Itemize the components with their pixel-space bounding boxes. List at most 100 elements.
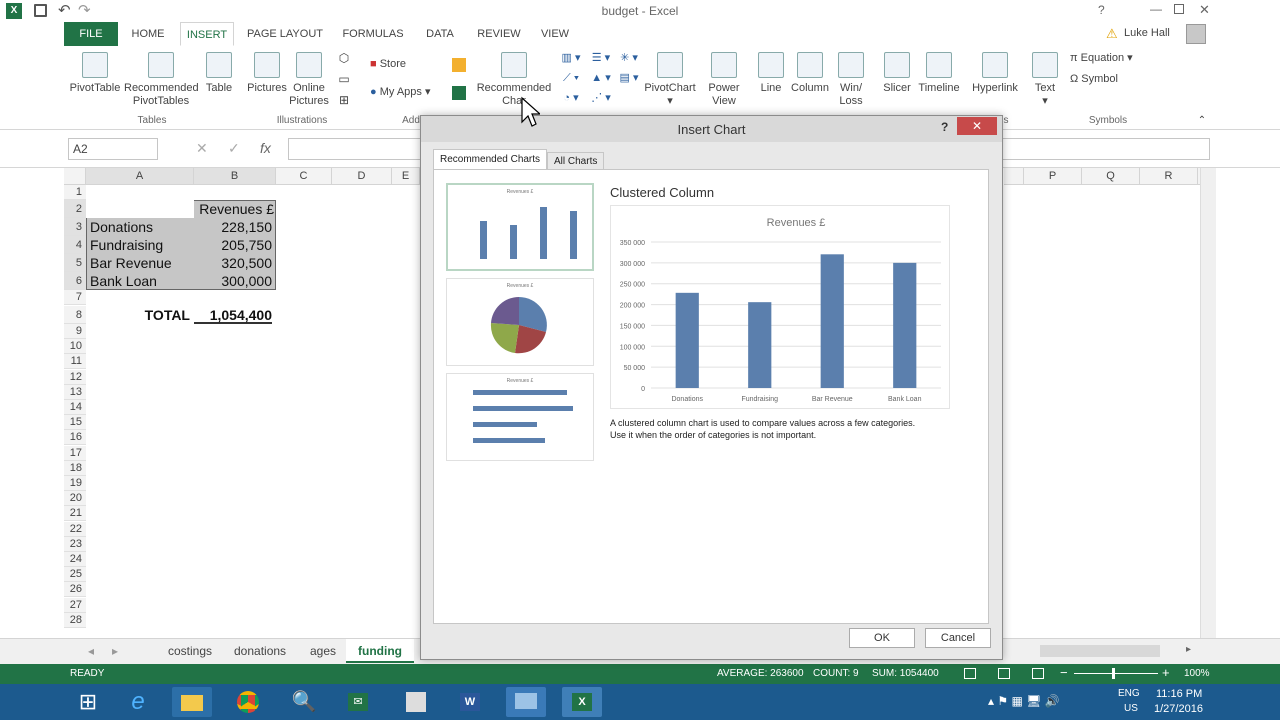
sparkline-line-button[interactable]: Line [754,52,788,95]
myapps-button[interactable]: ● My Apps ▾ [370,86,450,99]
clock-time[interactable]: 11:16 PM [1156,688,1202,700]
row-header[interactable]: 21 [64,506,86,522]
row-header[interactable]: 15 [64,415,86,431]
avatar[interactable] [1186,24,1206,44]
combo-chart-menu-icon[interactable]: ▤ ▾ [614,72,644,85]
chrome-icon[interactable] [228,687,268,717]
bing-maps-icon[interactable] [452,58,466,72]
row-header[interactable]: 27 [64,597,86,613]
ok-button[interactable]: OK [849,628,915,648]
clock-date[interactable]: 1/27/2016 [1154,703,1203,715]
row-header[interactable]: 12 [64,369,86,385]
row-header[interactable]: 11 [64,354,86,370]
column-header-d[interactable]: D [332,168,392,185]
dialog-help-button[interactable]: ? [941,120,948,134]
dialog-close-button[interactable]: ✕ [957,117,997,135]
row-header[interactable]: 26 [64,582,86,598]
maximize-button[interactable] [1174,4,1184,14]
row-header[interactable]: 19 [64,476,86,491]
undo-icon[interactable]: ↶ [58,1,71,19]
statistic-chart-menu-icon[interactable]: ⋰ ▾ [586,92,616,105]
row-header[interactable]: 1 [64,185,86,200]
tab-home[interactable]: HOME [124,22,172,46]
tab-file[interactable]: FILE [64,22,118,46]
row-header[interactable]: 2 [64,200,86,218]
thumbnail-clustered-column[interactable]: Revenues £ [446,183,594,271]
cell-b2[interactable]: Revenues £ [194,200,274,218]
row-header[interactable]: 4 [64,236,86,254]
search-app-icon[interactable]: 🔍 [284,687,324,717]
horizontal-scrollbar[interactable] [1040,645,1160,657]
column-header-p[interactable]: P [1024,168,1082,185]
right-scrollbar[interactable] [1200,168,1216,638]
row-header[interactable]: 13 [64,384,86,400]
online-pictures-button[interactable]: Online Pictures [288,52,330,108]
redo-icon[interactable]: ↷ [78,1,91,19]
screenshot-button[interactable]: ⊞ [333,94,355,107]
column-header-a[interactable]: A [86,168,194,185]
save-icon[interactable] [34,4,47,17]
store-button[interactable]: ■ Store [370,58,430,71]
close-button[interactable]: ✕ [1199,2,1210,18]
hyperlink-button[interactable]: Hyperlink [970,52,1020,95]
row-header[interactable]: 28 [64,612,86,628]
row-header[interactable]: 16 [64,430,86,446]
symbol-button[interactable]: Ω Symbol [1070,73,1150,86]
row-header[interactable]: 8 [64,306,86,324]
lang-secondary[interactable]: US [1124,703,1138,714]
smartart-button[interactable]: ▭ [333,73,355,86]
recommended-pivottables-button[interactable]: Recommended PivotTables [124,52,199,108]
row-header[interactable]: 7 [64,290,86,305]
row-header[interactable]: 17 [64,445,86,461]
sparkline-column-button[interactable]: Column [790,52,830,95]
collapse-ribbon-icon[interactable]: ⌃ [1196,114,1208,127]
scroll-right-icon[interactable]: ▸ [1186,644,1191,655]
insert-function-icon[interactable]: fx [260,140,271,156]
cell-a6[interactable]: Bank Loan [90,272,157,290]
cell-a4[interactable]: Fundraising [90,236,163,254]
scatter-chart-menu-icon[interactable]: ✳ ▾ [614,52,644,65]
zoom-level[interactable]: 100% [1184,668,1210,679]
column-header-q[interactable]: Q [1082,168,1140,185]
tab-page-layout[interactable]: PAGE LAYOUT [244,22,326,46]
help-button[interactable]: ? [1098,3,1105,17]
row-header[interactable]: 18 [64,460,86,476]
cell-b5[interactable]: 320,500 [194,254,272,272]
pivotchart-button[interactable]: PivotChart ▾ [644,52,696,108]
powerview-button[interactable]: Power View [704,52,744,108]
recommended-charts-button[interactable]: Recommended Char [476,52,552,108]
windows-start-icon[interactable]: ⊞ [68,687,108,717]
row-header[interactable]: 14 [64,400,86,415]
tab-formulas[interactable]: FORMULAS [340,22,406,46]
cell-a8[interactable]: TOTAL [86,306,190,324]
zoom-slider-thumb[interactable] [1112,668,1115,679]
page-break-view-icon[interactable] [1032,668,1044,679]
equation-button[interactable]: π Equation ▾ [1070,52,1150,65]
prev-sheet-icon[interactable]: ◂ [88,644,94,658]
publisher-icon[interactable]: ✉ [338,687,378,717]
internet-explorer-icon[interactable]: e [118,687,158,717]
tab-view[interactable]: VIEW [536,22,574,46]
tab-all-charts[interactable]: All Charts [547,152,605,169]
normal-view-icon[interactable] [964,668,976,679]
row-header[interactable]: 6 [64,272,86,290]
zoom-in-icon[interactable]: + [1162,665,1170,680]
column-header-r[interactable]: R [1140,168,1198,185]
active-cell-a2[interactable] [86,200,194,218]
column-header-b[interactable]: B [194,168,276,185]
pie-chart-menu-icon[interactable]: ◔ ▾ [556,92,586,105]
cell-b3[interactable]: 228,150 [194,218,272,236]
cell-b8[interactable]: 1,054,400 [194,306,272,324]
page-layout-view-icon[interactable] [998,668,1010,679]
row-header[interactable]: 20 [64,491,86,507]
tray-icons[interactable]: ▴ ⚑ ▦ 🖥 🔊 [988,694,1060,708]
zoom-out-icon[interactable]: − [1060,665,1068,680]
sheet-tab-costings[interactable]: costings [156,639,224,663]
timeline-button[interactable]: Timeline [918,52,960,95]
text-button[interactable]: Text ▾ [1030,52,1060,108]
people-graph-icon[interactable] [452,86,466,100]
row-header[interactable]: 22 [64,521,86,537]
tab-data[interactable]: DATA [420,22,460,46]
line-chart-menu-icon[interactable]: ⟋ ▾ [556,72,586,85]
sparkline-winloss-button[interactable]: Win/ Loss [834,52,868,108]
